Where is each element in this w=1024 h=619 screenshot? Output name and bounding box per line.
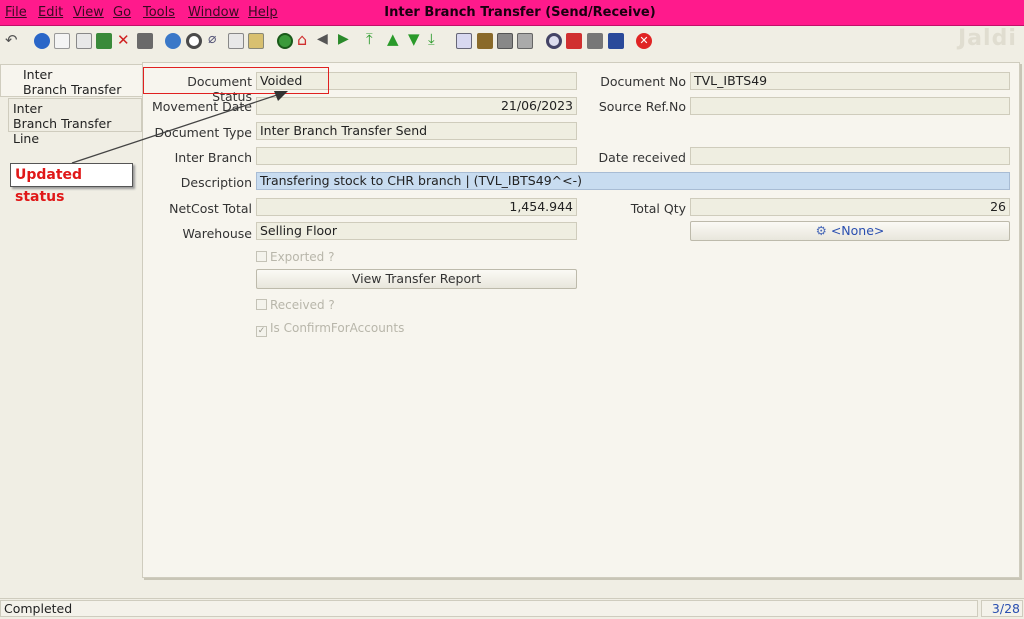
annotation-callout: Updated status xyxy=(10,163,133,205)
status-text: Completed xyxy=(0,600,978,617)
record-count: 3/28 xyxy=(981,600,1023,617)
annotation-arrow xyxy=(71,91,288,164)
